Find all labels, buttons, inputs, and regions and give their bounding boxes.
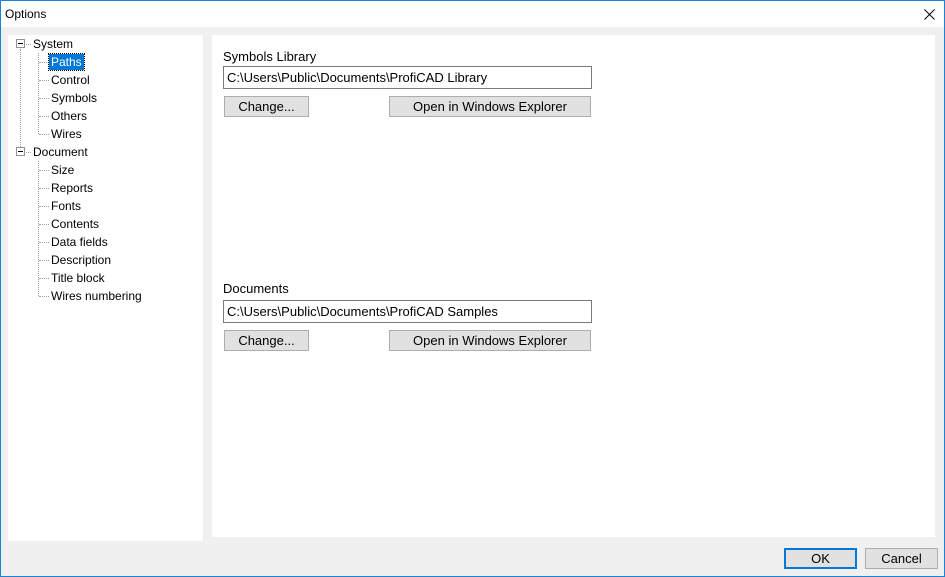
collapse-system-icon[interactable] bbox=[16, 39, 25, 48]
tree-connector bbox=[39, 188, 49, 189]
tree-item-others[interactable]: Others bbox=[49, 107, 89, 125]
tree-connector bbox=[39, 170, 49, 171]
tree-item-symbols[interactable]: Symbols bbox=[49, 89, 99, 107]
documents-open-explorer-button[interactable]: Open in Windows Explorer bbox=[389, 330, 591, 351]
tree-connector bbox=[39, 242, 49, 243]
documents-label: Documents bbox=[223, 281, 289, 296]
tree-connector bbox=[20, 49, 21, 147]
tree-item-document[interactable]: Document bbox=[31, 143, 90, 161]
tree-connector bbox=[39, 206, 49, 207]
symbols-library-open-explorer-button[interactable]: Open in Windows Explorer bbox=[389, 96, 591, 117]
tree-item-data-fields[interactable]: Data fields bbox=[49, 233, 110, 251]
symbols-library-label: Symbols Library bbox=[223, 49, 317, 64]
tree-connector bbox=[39, 278, 49, 279]
tree-connector bbox=[39, 134, 49, 135]
paths-settings-panel: Symbols Library C:\Users\Public\Document… bbox=[212, 35, 935, 537]
tree-item-paths[interactable]: Paths bbox=[48, 53, 85, 71]
cancel-button[interactable]: Cancel bbox=[865, 548, 938, 569]
tree-connector bbox=[39, 80, 49, 81]
tree-connector bbox=[38, 53, 39, 134]
documents-path-field[interactable]: C:\Users\Public\Documents\ProfiCAD Sampl… bbox=[223, 300, 592, 323]
tree-item-description[interactable]: Description bbox=[49, 251, 113, 269]
documents-change-button[interactable]: Change... bbox=[224, 330, 309, 351]
symbols-library-path-field[interactable]: C:\Users\Public\Documents\ProfiCAD Libra… bbox=[223, 66, 592, 89]
options-dialog: Options System Paths Control Symbols Oth… bbox=[0, 0, 945, 577]
tree-connector bbox=[39, 98, 49, 99]
tree-connector bbox=[39, 260, 49, 261]
tree-connector bbox=[38, 161, 39, 296]
ok-button[interactable]: OK bbox=[784, 548, 857, 569]
close-button[interactable] bbox=[914, 1, 944, 27]
tree-connector bbox=[39, 62, 49, 63]
options-tree[interactable]: System Paths Control Symbols Others Wire… bbox=[8, 35, 203, 541]
tree-item-system[interactable]: System bbox=[31, 35, 75, 53]
close-icon bbox=[923, 8, 935, 20]
tree-item-contents[interactable]: Contents bbox=[49, 215, 101, 233]
symbols-library-change-button[interactable]: Change... bbox=[224, 96, 309, 117]
tree-item-fonts[interactable]: Fonts bbox=[49, 197, 83, 215]
window-title: Options bbox=[5, 7, 47, 21]
tree-item-size[interactable]: Size bbox=[49, 161, 76, 179]
tree-item-wires[interactable]: Wires bbox=[49, 125, 84, 143]
tree-connector bbox=[39, 296, 49, 297]
title-bar[interactable]: Options bbox=[1, 1, 944, 27]
tree-item-reports[interactable]: Reports bbox=[49, 179, 95, 197]
tree-item-control[interactable]: Control bbox=[49, 71, 92, 89]
tree-connector bbox=[39, 116, 49, 117]
collapse-document-icon[interactable] bbox=[16, 147, 25, 156]
tree-connector bbox=[39, 224, 49, 225]
tree-item-title-block[interactable]: Title block bbox=[49, 269, 107, 287]
tree-item-wires-numbering[interactable]: Wires numbering bbox=[49, 287, 144, 305]
